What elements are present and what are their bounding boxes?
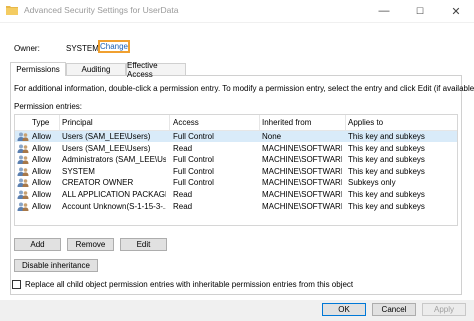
applies-to-cell: This key and subkeys: [348, 143, 425, 153]
folder-icon: [6, 6, 18, 15]
type-cell: Allow: [32, 143, 52, 153]
applies-to-cell: Subkeys only: [348, 178, 396, 188]
close-button[interactable]: ✕: [438, 0, 474, 22]
applies-to-cell: This key and subkeys: [348, 155, 425, 165]
users-icon: [17, 190, 29, 199]
column-header-principal[interactable]: Principal: [62, 118, 93, 127]
change-owner-link[interactable]: Change: [98, 40, 130, 53]
type-cell: Allow: [32, 155, 52, 165]
remove-button[interactable]: Remove: [67, 238, 114, 251]
users-icon: [17, 178, 29, 188]
users-icon: [17, 132, 29, 141]
access-cell: Read: [173, 143, 193, 153]
principal-cell: ALL APPLICATION PACKAGES: [62, 190, 166, 199]
permission-entries-table[interactable]: Type Principal Access Inherited from App…: [14, 114, 458, 226]
type-cell: Allow: [32, 178, 52, 188]
type-cell: Allow: [32, 132, 52, 141]
access-cell: Read: [173, 201, 193, 211]
cancel-button[interactable]: Cancel: [372, 303, 416, 316]
inherited-from-cell: MACHINE\SOFTWARE...: [262, 178, 342, 188]
column-header-inherited-from[interactable]: Inherited from: [262, 118, 311, 127]
owner-value: SYSTEM: [66, 44, 99, 53]
principal-cell: Account Unknown(S-1-15-3-...: [62, 201, 166, 211]
applies-to-cell: This key and subkeys: [348, 190, 425, 199]
users-icon: [17, 155, 29, 165]
table-row[interactable]: Allow Users (SAM_LEE\Users) Read MACHINE\SO…: [15, 143, 457, 154]
principal-cell: Users (SAM_LEE\Users): [62, 143, 151, 153]
principal-cell: CREATOR OWNER: [62, 178, 134, 188]
principal-cell: Administrators (SAM_LEE\Users): [62, 155, 166, 165]
maximize-button[interactable]: ☐: [402, 0, 438, 22]
principal-cell: Users (SAM_LEE\Users): [62, 132, 151, 141]
replace-child-permissions-label: Replace all child object permission entr…: [25, 280, 354, 289]
minimize-button[interactable]: —: [366, 0, 402, 22]
access-cell: Full Control: [173, 166, 214, 176]
table-row[interactable]: Allow SYSTEM Full Control MACHINE\SOFTWARE.…: [15, 166, 457, 177]
users-icon: [17, 202, 29, 211]
access-cell: Read: [173, 190, 193, 199]
column-header-access[interactable]: Access: [173, 118, 199, 127]
type-cell: Allow: [32, 201, 52, 211]
inherited-from-cell: MACHINE\SOFTWARE...: [262, 143, 342, 153]
table-header: Type Principal Access Inherited from App…: [15, 115, 457, 131]
owner-label: Owner:: [14, 44, 40, 53]
window-title: Advanced Security Settings for UserData: [24, 5, 179, 15]
applies-to-cell: This key and subkeys: [348, 201, 425, 211]
disable-inheritance-button[interactable]: Disable inheritance: [14, 259, 98, 272]
access-cell: Full Control: [173, 155, 214, 165]
table-row[interactable]: Allow Users (SAM_LEE\Users) Full Control No…: [15, 131, 457, 142]
type-cell: Allow: [32, 190, 52, 199]
column-header-type[interactable]: Type: [32, 118, 49, 127]
type-cell: Allow: [32, 166, 52, 176]
table-row[interactable]: Allow ALL APPLICATION PACKAGES Read MACHINE…: [15, 189, 457, 200]
column-divider[interactable]: [59, 115, 60, 130]
tab-effective-access[interactable]: Effective Access: [126, 61, 186, 79]
edit-button[interactable]: Edit: [120, 238, 167, 251]
permission-entries-label: Permission entries:: [14, 102, 83, 111]
access-cell: Full Control: [173, 178, 214, 188]
access-cell: Full Control: [173, 132, 214, 141]
table-row[interactable]: Allow CREATOR OWNER Full Control MACHINE\SO…: [15, 177, 457, 188]
users-icon: [17, 144, 29, 153]
principal-cell: SYSTEM: [62, 166, 95, 176]
table-row[interactable]: Allow Account Unknown(S-1-15-3-... Read MAC…: [15, 201, 457, 212]
inherited-from-cell: MACHINE\SOFTWARE...: [262, 201, 342, 211]
replace-child-permissions-checkbox[interactable]: [12, 280, 21, 289]
applies-to-cell: This key and subkeys: [348, 132, 425, 141]
column-divider[interactable]: [169, 115, 170, 130]
inherited-from-cell: MACHINE\SOFTWARE...: [262, 190, 342, 199]
table-row[interactable]: Allow Administrators (SAM_LEE\Users) Full …: [15, 154, 457, 165]
inherited-from-cell: None: [262, 132, 282, 141]
ok-button[interactable]: OK: [322, 303, 366, 316]
apply-button[interactable]: Apply: [422, 303, 466, 316]
add-button[interactable]: Add: [14, 238, 61, 251]
column-divider[interactable]: [345, 115, 346, 130]
inherited-from-cell: MACHINE\SOFTWARE...: [262, 166, 342, 176]
info-text: For additional information, double-click…: [14, 84, 474, 93]
title-bar: Advanced Security Settings for UserData …: [0, 0, 474, 23]
users-icon: [17, 167, 29, 176]
inherited-from-cell: MACHINE\SOFTWARE...: [262, 155, 342, 165]
applies-to-cell: This key and subkeys: [348, 166, 425, 176]
column-header-applies-to[interactable]: Applies to: [348, 118, 383, 127]
tab-auditing[interactable]: Auditing: [66, 63, 126, 75]
tab-permissions[interactable]: Permissions: [10, 62, 66, 76]
column-divider[interactable]: [259, 115, 260, 130]
